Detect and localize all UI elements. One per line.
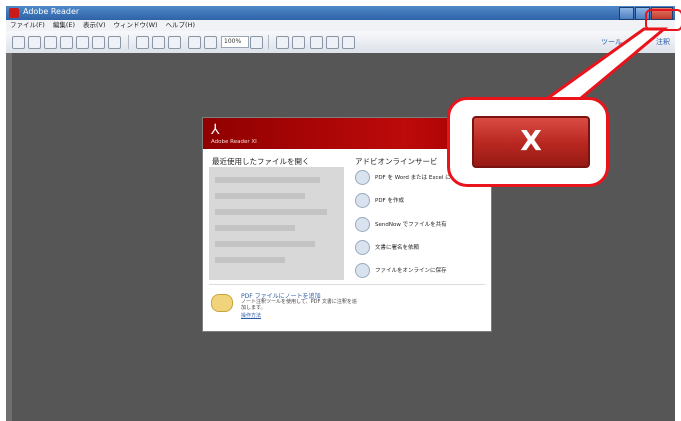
enlarged-close-button: X bbox=[472, 116, 590, 168]
close-x-icon: X bbox=[520, 124, 542, 157]
zoom-callout: X bbox=[447, 97, 609, 187]
callout-pointer bbox=[536, 27, 669, 105]
acrobat-reader-window: Adobe Reader ファイル(F) 編集(E) 表示(V) ウィンドウ(W… bbox=[0, 0, 681, 421]
